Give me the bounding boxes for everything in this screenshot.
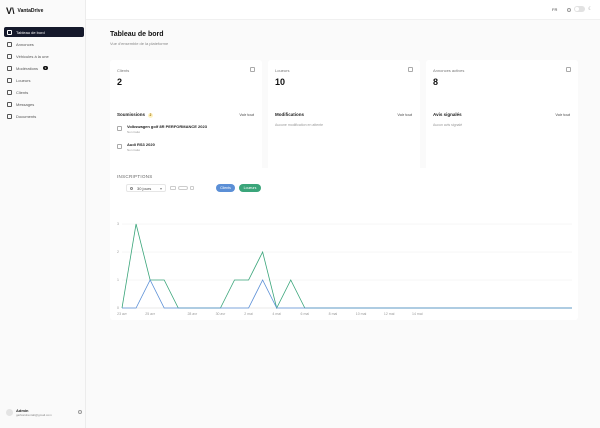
stat-value: 10: [275, 77, 286, 87]
x-tick-label: 2 mai: [244, 312, 253, 316]
modifications-panel: Modifications Voir tout Aucune modificat…: [268, 104, 420, 178]
reports-panel: Avis signalés Voir tout Aucun avis signa…: [426, 104, 578, 178]
sidebar-item-listings[interactable]: Annonces: [4, 39, 84, 49]
brand[interactable]: V\ VantaDrive: [6, 5, 43, 17]
car-icon: [117, 126, 122, 131]
topbar: FR ☾: [86, 0, 600, 20]
building-icon: [7, 77, 12, 83]
brand-name: VantaDrive: [17, 8, 44, 14]
brand-logo: V\: [6, 6, 15, 16]
view-all-modifications-link[interactable]: Voir tout: [397, 112, 412, 117]
x-tick-label: 10 mai: [356, 312, 367, 316]
sun-icon: [567, 8, 571, 12]
list-item-text: Volkswagen golf 8R PERFORMANCE 2023 Non …: [127, 124, 207, 134]
submission-status: Non traité: [127, 148, 141, 152]
sidebar-item-label: Annonces: [16, 41, 34, 47]
moon-icon: ☾: [588, 6, 593, 12]
list-item[interactable]: Audi RS3 2020 Non traité: [117, 142, 155, 154]
sidebar-item-dashboard[interactable]: Tableau de bord: [4, 27, 84, 37]
main-content: Tableau de bord Vue d'ensemble de la pla…: [86, 20, 600, 428]
moderation-count-badge: 3: [43, 66, 49, 70]
modifications-title: Modifications: [275, 112, 304, 117]
x-tick-label: 23 avr: [117, 312, 128, 316]
avatar: [6, 408, 13, 416]
series-line-1: [122, 279, 572, 309]
stat-card-renters[interactable]: Loueurs 10: [268, 60, 420, 108]
registrations-chart-panel: INSCRIPTIONS 30 jours Clients Loueurs 01…: [110, 168, 578, 320]
view-all-submissions-link[interactable]: Voir tout: [239, 112, 254, 117]
app-root: V\ VantaDrive Tableau de bord Annonces V…: [0, 0, 600, 428]
submission-title: Audi RS3 2020: [127, 142, 155, 147]
view-all-reports-link[interactable]: Voir tout: [555, 112, 570, 117]
submissions-count-badge: 2: [148, 113, 154, 118]
sidebar-item-messages[interactable]: Messages: [4, 99, 84, 109]
sidebar-item-clients[interactable]: Clients: [4, 87, 84, 97]
sidebar-item-label: Tableau de bord: [16, 29, 45, 35]
sidebar-item-label: Clients: [16, 89, 29, 95]
registrations-chart: 0 1 2 3 23 avr 25 avr 28 avr 30 avr 2 mai 4 mai 6 …: [117, 222, 572, 316]
car-icon: [566, 67, 571, 72]
stat-label: Clients: [117, 68, 130, 73]
listings-icon: [7, 41, 12, 47]
submissions-panel: Soumissions 2 Voir tout Volkswagen golf 8…: [110, 104, 262, 178]
panel-title: Soumissions 2: [117, 112, 154, 118]
list-item-text: Audi RS3 2020 Non traité: [127, 142, 155, 152]
sidebar: V\ VantaDrive Tableau de bord Annonces V…: [0, 0, 86, 428]
page-title: Tableau de bord: [110, 31, 164, 38]
shield-icon: [7, 65, 12, 71]
sidebar-item-label: Messages: [16, 101, 35, 107]
user-profile[interactable]: Admin gaifcardrentalt@gmail.com: [4, 404, 84, 420]
sidebar-item-moderation[interactable]: Modérations 3: [4, 63, 84, 73]
stat-label: Loueurs: [275, 68, 290, 73]
submission-status: Non traité: [127, 130, 141, 134]
dashboard-icon: [7, 29, 12, 35]
x-tick-label: 4 mai: [272, 312, 281, 316]
x-tick-label: 28 avr: [187, 312, 198, 316]
document-icon: [7, 113, 12, 119]
users-icon: [7, 89, 12, 95]
submissions-title: Soumissions: [117, 112, 146, 117]
y-tick-label: 3: [117, 222, 119, 226]
sidebar-item-label: Modérations: [16, 65, 39, 71]
x-tick-label: 30 avr: [216, 312, 227, 316]
modifications-empty-text: Aucune modification en attente: [275, 123, 324, 127]
x-tick-label: 8 mai: [329, 312, 338, 316]
mail-icon: [7, 101, 12, 107]
reports-title: Avis signalés: [433, 112, 462, 117]
building-icon: [408, 67, 413, 72]
y-tick-label: 1: [117, 278, 119, 282]
stat-card-active-listings[interactable]: Annonces actives 8: [426, 60, 578, 108]
sidebar-item-documents[interactable]: Documents: [4, 111, 84, 121]
stat-card-clients[interactable]: Clients 2: [110, 60, 262, 108]
sidebar-nav: Tableau de bord Annonces Véhicules à la …: [4, 27, 84, 123]
list-item[interactable]: Volkswagen golf 8R PERFORMANCE 2023 Non …: [117, 124, 207, 136]
x-tick-label: 14 mai: [412, 312, 423, 316]
reports-empty-text: Aucun avis signalé: [433, 123, 463, 127]
language-selector[interactable]: FR: [552, 7, 557, 12]
sidebar-item-label: Documents: [16, 113, 37, 119]
submission-title: Volkswagen golf 8R PERFORMANCE 2023: [127, 124, 207, 129]
x-tick-label: 25 avr: [145, 312, 156, 316]
y-tick-label: 0: [117, 306, 119, 310]
user-email: gaifcardrentalt@gmail.com: [16, 412, 52, 417]
user-text: Admin gaifcardrentalt@gmail.com: [16, 408, 75, 417]
stat-value: 2: [117, 77, 123, 87]
sidebar-item-label: Loueurs: [16, 77, 31, 83]
settings-icon[interactable]: [78, 410, 82, 414]
car-icon: [117, 144, 122, 149]
y-tick-label: 2: [117, 250, 119, 254]
stat-label: Annonces actives: [433, 68, 465, 73]
stat-value: 8: [433, 77, 439, 87]
star-icon: [7, 53, 12, 59]
x-tick-label: 6 mai: [301, 312, 310, 316]
series-line-0: [121, 223, 572, 310]
sidebar-item-label: Véhicules à la une: [16, 53, 49, 59]
x-tick-label: 12 mai: [384, 312, 395, 316]
sidebar-item-renters[interactable]: Loueurs: [4, 75, 84, 85]
theme-toggle[interactable]: [574, 6, 585, 12]
page-subtitle: Vue d'ensemble de la plateforme: [110, 41, 169, 46]
sidebar-item-featured-vehicles[interactable]: Véhicules à la une: [4, 51, 84, 61]
users-icon: [250, 67, 255, 72]
